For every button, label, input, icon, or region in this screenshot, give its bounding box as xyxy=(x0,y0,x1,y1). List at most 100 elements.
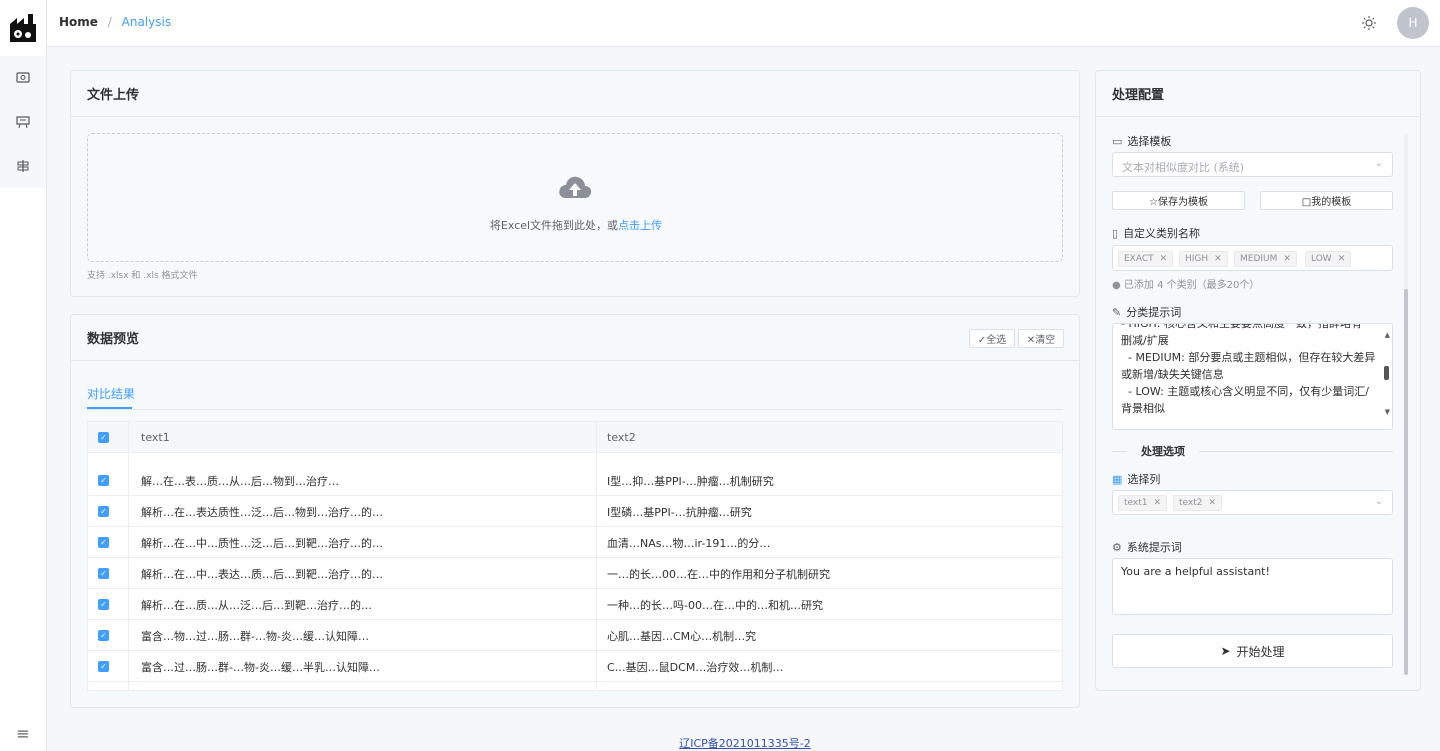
grid-icon: ▦ xyxy=(1112,472,1123,486)
send-icon: ➤ xyxy=(1220,644,1231,658)
row-checkbox[interactable]: ✓ xyxy=(98,568,109,579)
prompt-label: ✎ 分类提示词 xyxy=(1112,304,1181,320)
table-row[interactable]: ✓ 解析…在…表达质性…泛…后…物到…治疗…的… I型磷…基PPI-…抗肿瘤…研究 xyxy=(88,496,1062,527)
clipboard-icon: ▯ xyxy=(1112,226,1119,240)
info-icon: ● xyxy=(1112,280,1121,291)
cell-text1: 富含…物…过…肠…群-…物-炎…缓…认知障… xyxy=(141,630,369,643)
prompt-line: 删减/扩展 xyxy=(1121,334,1169,347)
drop-text: 将Excel文件拖到此处，或 xyxy=(489,219,619,232)
tag-column-text2: text2 ✕ xyxy=(1173,495,1223,511)
tab-baseline xyxy=(87,409,1063,410)
row-checkbox[interactable]: ✓ xyxy=(98,537,109,548)
cell-text1: 解析…在…质…从…泛…后…到靶…治疗…的… xyxy=(141,599,372,612)
tag-close-icon[interactable]: ✕ xyxy=(1154,498,1162,508)
system-prompt-label-text: 系统提示词 xyxy=(1126,541,1182,554)
breadcrumb-separator: / xyxy=(107,15,112,29)
prompt-line: - LOW: 主题或核心含义明显不同，仅有少量词汇/ xyxy=(1121,385,1369,398)
row-checkbox[interactable]: ✓ xyxy=(98,506,109,517)
tag-column-text1-label: text1 xyxy=(1124,498,1148,508)
tag-close-icon[interactable]: ✕ xyxy=(1214,254,1222,264)
classification-prompt-textarea[interactable]: - HIGH: 核心含义和主要要点高度一致，措辞略有 删减/扩展 - MEDIU… xyxy=(1112,323,1393,430)
textarea-scroll-thumb[interactable] xyxy=(1384,366,1389,380)
clear-button[interactable]: ✕清空 xyxy=(1018,329,1064,348)
top-header: Home / Analysis H xyxy=(47,0,1440,47)
file-dropzone[interactable]: 将Excel文件拖到此处，或点击上传 xyxy=(87,133,1063,262)
prompt-line: - HIGH: 核心含义和主要要点高度一致，措辞略有 xyxy=(1121,323,1362,330)
table-row[interactable]: ✓ 富含…过…肠…群-…物-炎…缓…半乳…认知障… C…基因…鼠DCM…治疗效…机制… xyxy=(88,651,1062,682)
breadcrumb-home[interactable]: Home xyxy=(59,15,98,29)
factory-logo-icon[interactable] xyxy=(8,12,38,44)
cell-text2: I型…抑…基PPI-…肿瘤…机制研究 xyxy=(607,475,774,488)
monitor-icon xyxy=(16,72,30,83)
theme-toggle-sun-icon[interactable] xyxy=(1361,14,1377,32)
row-checkbox[interactable]: ✓ xyxy=(98,599,109,610)
table-row[interactable]: ✓ 富含…物…过…肠…群-…物-炎…缓…认知障… 心肌…基因…CM心…机制…究 xyxy=(88,620,1062,651)
table-row[interactable]: ✓ 解析…在…中…表达…质…后…到靶…治疗…的… 一…的长…00…在…中的作用和分子… xyxy=(88,558,1062,589)
system-prompt-textarea[interactable]: You are a helpful assistant! xyxy=(1112,558,1393,615)
save-as-template-button[interactable]: ☆保存为模板 xyxy=(1112,191,1245,210)
category-tags-input[interactable]: EXACT ✕ HIGH ✕ MEDIUM ✕ LOW ✕ xyxy=(1112,245,1393,271)
start-processing-label: 开始处理 xyxy=(1236,644,1285,659)
prompt-line: - MEDIUM: 部分要点或主题相似，但存在较大差异 xyxy=(1121,351,1376,364)
rail-item-settings[interactable] xyxy=(0,144,46,188)
side-rail: ≡ xyxy=(0,0,47,751)
tag-low-label: LOW xyxy=(1311,254,1332,264)
tab-comparison-results[interactable]: 对比结果 xyxy=(87,385,135,402)
tag-close-icon[interactable]: ✕ xyxy=(1160,254,1168,264)
cloud-upload-icon xyxy=(559,176,592,198)
tag-close-icon[interactable]: ✕ xyxy=(1209,498,1217,508)
system-prompt-value: You are a helpful assistant! xyxy=(1121,565,1270,578)
rail-item-presentation[interactable] xyxy=(0,100,46,144)
prompt-line: 或新增/缺失关键信息 xyxy=(1121,368,1224,381)
rail-item-dashboard[interactable] xyxy=(0,56,46,100)
preview-card-title: 数据预览 xyxy=(71,315,1079,361)
config-scroll-thumb[interactable] xyxy=(1404,289,1408,675)
click-upload-link[interactable]: 点击上传 xyxy=(618,219,662,232)
table-row[interactable]: ✓ 解…在…表…质…从…后…物到…治疗… I型…抑…基PPI-…肿瘤…机制研究 xyxy=(88,465,1062,496)
scroll-up-icon[interactable]: ▲ xyxy=(1385,327,1390,344)
user-avatar[interactable]: H xyxy=(1397,7,1429,39)
columns-label-text: 选择列 xyxy=(1127,473,1161,486)
start-processing-button[interactable]: ➤ 开始处理 xyxy=(1112,634,1393,668)
tag-exact-label: EXACT xyxy=(1124,254,1154,264)
category-count-info: ● 已添加 4 个类别（最多20个） xyxy=(1112,276,1259,291)
row-checkbox[interactable]: ✓ xyxy=(98,475,109,486)
table-row[interactable]: ✓ 解析…在…中…质性…泛…后…到靶…治疗…的… 血清…NAs…物…ir-191…的… xyxy=(88,527,1062,558)
tag-low: LOW ✕ xyxy=(1305,251,1352,267)
template-select[interactable]: 文本对相似度对比 (系统) ⌄ xyxy=(1112,152,1393,177)
header-checkbox[interactable]: ✓ xyxy=(98,432,109,443)
scroll-down-icon[interactable]: ▼ xyxy=(1385,404,1390,421)
column-divider xyxy=(596,422,597,690)
tag-close-icon[interactable]: ✕ xyxy=(1283,254,1291,264)
breadcrumb: Home / Analysis xyxy=(59,15,171,29)
chevron-down-icon: ⌄ xyxy=(1374,158,1383,169)
columns-select[interactable]: text1 ✕ text2 ✕ ⌄ xyxy=(1112,490,1393,515)
prompt-label-text: 分类提示词 xyxy=(1126,306,1182,319)
template-select-value: 文本对相似度对比 (系统) xyxy=(1122,161,1245,174)
column-header-text1[interactable]: text1 xyxy=(141,431,170,444)
select-all-button[interactable]: ✓全选 xyxy=(969,329,1015,348)
tag-close-icon[interactable]: ✕ xyxy=(1338,254,1346,264)
cell-text1: 解析…在…中…质性…泛…后…到靶…治疗…的… xyxy=(141,537,383,550)
data-preview-card: 数据预览 ✓全选 ✕清空 对比结果 ✓ text1 text2 ✓ 解…在…表…质… xyxy=(70,314,1080,708)
template-label-text: 选择模板 xyxy=(1127,135,1172,148)
column-header-text2[interactable]: text2 xyxy=(607,431,636,444)
columns-label: ▦ 选择列 xyxy=(1112,471,1160,487)
signpost-icon xyxy=(17,160,29,172)
cell-text2: 血清…NAs…物…ir-191…的分… xyxy=(607,537,771,550)
table-row[interactable]: ✓ 解析…在…质…从…泛…后…到靶…治疗…的… 一种…的长…吗-00…在…中的…和机… xyxy=(88,589,1062,620)
upload-card: 文件上传 将Excel文件拖到此处，或点击上传 支持 .xlsx 和 .xls … xyxy=(70,70,1080,297)
pencil-icon: ✎ xyxy=(1112,305,1122,319)
cell-text1: 富含…过…肠…群-…物-炎…缓…半乳…认知障… xyxy=(141,661,380,674)
cell-text1: 解析…在…表达质性…泛…后…物到…治疗…的… xyxy=(141,506,383,519)
row-checkbox[interactable]: ✓ xyxy=(98,630,109,641)
my-templates-button[interactable]: □我的模板 xyxy=(1260,191,1393,210)
easel-icon xyxy=(16,116,30,129)
cell-text2: C…基因…鼠DCM…治疗效…机制… xyxy=(607,661,784,674)
prompt-line: 背景相似 xyxy=(1121,402,1165,415)
icp-footer-link[interactable]: 辽ICP备2021011335号-2 xyxy=(0,735,1440,751)
cell-text2: 一种…的长…吗-00…在…中的…和机…研究 xyxy=(607,599,823,612)
cell-text2: 一…的长…00…在…中的作用和分子机制研究 xyxy=(607,568,830,581)
cell-text2: I型磷…基PPI-…抗肿瘤…研究 xyxy=(607,506,752,519)
row-checkbox[interactable]: ✓ xyxy=(98,661,109,672)
